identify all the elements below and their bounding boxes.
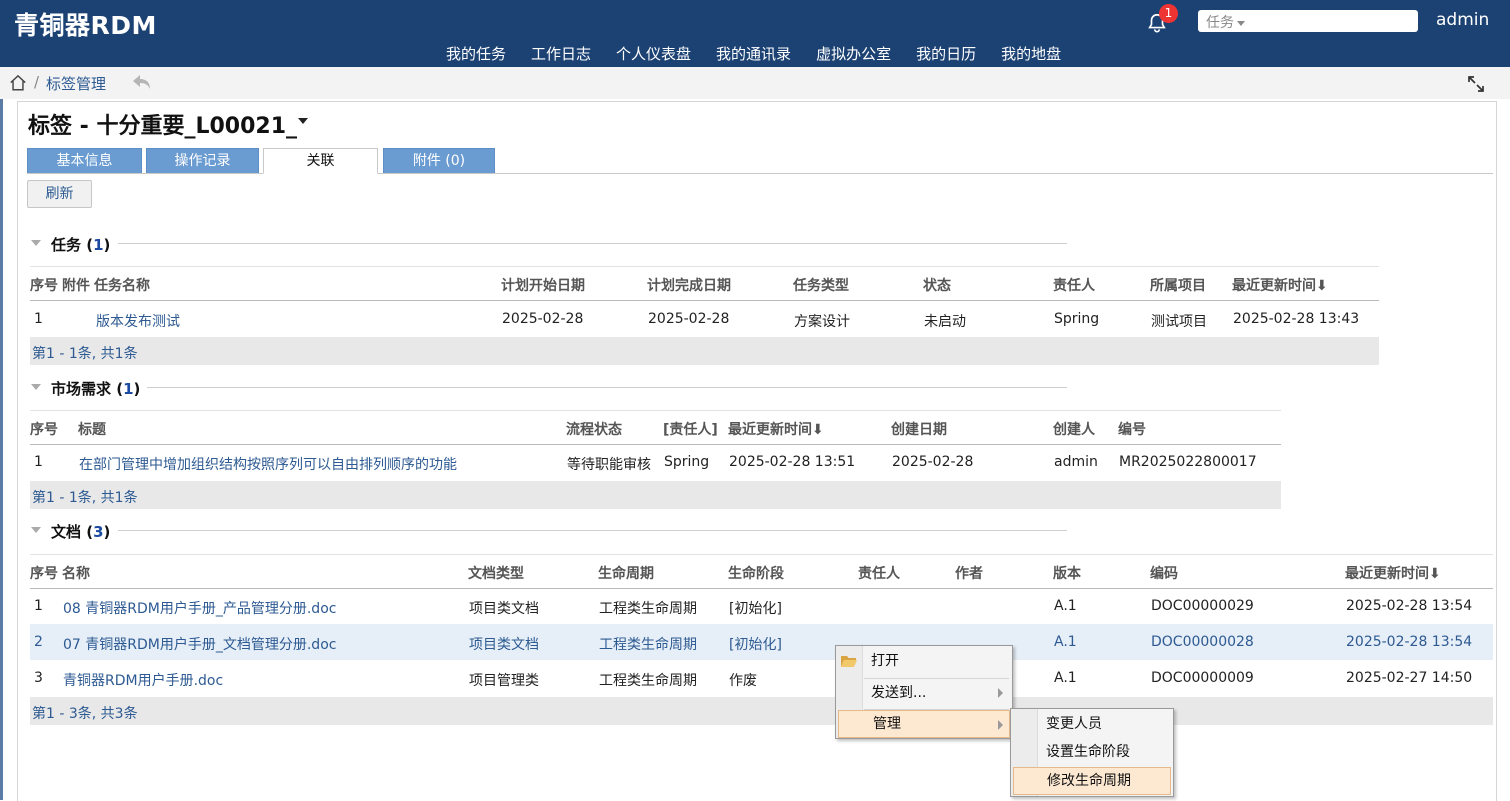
nav-virtual-office[interactable]: 虚拟办公室 [816,43,891,64]
nav-dashboard[interactable]: 个人仪表盘 [616,43,691,64]
table-row[interactable]: 1 08 青铜器RDM用户手册_产品管理分册.doc 项目类文档 工程类生命周期… [30,588,1493,624]
refresh-button[interactable]: 刷新 [27,180,92,208]
menu-item-modify-lifecycle[interactable]: 修改生命周期 [1013,767,1171,795]
notification-badge: 1 [1159,4,1178,23]
window-edge [0,99,3,800]
requirements-pager: 第1 - 1条, 共1条 [30,481,1281,509]
breadcrumb-separator: / [34,73,40,91]
col-updated[interactable]: 最近更新时间⬇ [1345,563,1441,583]
col-task-type[interactable]: 任务类型 [793,275,849,295]
table-row-selected[interactable]: 2 07 青铜器RDM用户手册_文档管理分册.doc 项目类文档 工程类生命周期… [30,624,1493,660]
menu-item-change-people[interactable]: 变更人员 [1038,710,1171,738]
tab-attachments[interactable]: 附件 (0) [383,148,495,174]
col-updated[interactable]: 最近更新时间⬇ [728,419,824,439]
tab-basic-info[interactable]: 基本信息 [27,148,142,174]
document-link[interactable]: 07 青铜器RDM用户手册_文档管理分册.doc [63,634,336,654]
nav-contacts[interactable]: 我的通讯录 [716,43,791,64]
brand-logo[interactable]: 青铜器RDM [14,6,157,42]
search-input[interactable]: 任务 [1198,10,1418,32]
section-divider [147,387,1067,388]
col-code[interactable]: 编号 [1118,419,1146,439]
context-submenu: 变更人员 设置生命阶段 修改生命周期 [1010,708,1174,797]
col-no: 序号 [30,278,58,294]
document-link[interactable]: 08 青铜器RDM用户手册_产品管理分册.doc [63,598,336,618]
chevron-right-icon [998,720,1003,730]
col-status[interactable]: 状态 [923,275,951,295]
col-project[interactable]: 所属项目 [1150,275,1206,295]
collapse-requirements-icon[interactable] [31,384,41,390]
col-code[interactable]: 编码 [1150,563,1178,583]
requirements-table-header: 序号 标题 流程状态 [责任人] 最近更新时间⬇ 创建日期 创建人 编号 [30,410,1281,445]
chevron-right-icon [998,688,1003,698]
folder-open-icon [841,656,857,667]
menu-item-open[interactable]: 打开 [863,647,1009,675]
col-doc-type[interactable]: 文档类型 [468,563,524,583]
section-title-documents[interactable]: 文档 (3) [51,521,110,542]
documents-pager: 第1 - 3条, 共3条 [30,697,1493,725]
tasks-pager: 第1 - 1条, 共1条 [30,337,1379,365]
table-row[interactable]: 1 在部门管理中增加组织结构按照序列可以自由排列顺序的功能 等待职能审核 Spr… [30,444,1281,480]
col-no: 序号 [30,422,58,438]
section-divider [118,530,1067,531]
collapse-tasks-icon[interactable] [31,240,41,246]
expand-icon[interactable] [1466,74,1486,94]
breadcrumb-current[interactable]: 标签管理 [46,73,106,94]
menu-item-manage[interactable]: 管理 [838,710,1010,738]
col-title[interactable]: 标题 [78,419,106,439]
top-bar: 青铜器RDM 1 任务 admin 我的任务 工作日志 个人仪表盘 我的通讯录 … [0,0,1510,67]
nav-my-tasks[interactable]: 我的任务 [446,43,506,64]
home-icon[interactable] [9,74,27,92]
col-plan-start[interactable]: 计划开始日期 [501,275,585,295]
col-author[interactable]: 作者 [955,563,983,583]
nav-my-space[interactable]: 我的地盘 [1001,43,1061,64]
col-updated[interactable]: 最近更新时间⬇ [1232,275,1328,295]
documents-table-header: 序号 名称 文档类型 生命周期 生命阶段 责任人 作者 版本 编码 最近更新时间… [30,554,1493,589]
pager-text: 第1 - 1条, 共1条 [32,346,138,362]
pager-text: 第1 - 3条, 共3条 [32,706,138,722]
table-row[interactable]: 3 青铜器RDM用户手册.doc 项目管理类 工程类生命周期 作废 A.1 DO… [30,660,1493,696]
col-creator[interactable]: 创建人 [1053,419,1095,439]
col-owner[interactable]: 责任人 [858,563,900,583]
col-owner[interactable]: [责任人] [663,419,718,439]
col-created[interactable]: 创建日期 [891,419,947,439]
col-attachment: 附件 [62,278,90,294]
tasks-table-header: 序号 附件 任务名称 计划开始日期 计划完成日期 任务类型 状态 责任人 所属项… [30,266,1379,301]
menu-item-send-to[interactable]: 发送到... [863,679,1009,707]
col-no: 序号 [30,566,58,582]
col-version[interactable]: 版本 [1053,563,1081,583]
col-stage[interactable]: 生命阶段 [728,563,784,583]
task-link[interactable]: 版本发布测试 [96,311,180,331]
col-owner[interactable]: 责任人 [1053,275,1095,295]
tab-divider [27,173,1493,174]
main-nav: 我的任务 工作日志 个人仪表盘 我的通讯录 虚拟办公室 我的日历 我的地盘 [446,43,1086,64]
chevron-down-icon [1237,20,1245,26]
col-task-name[interactable]: 任务名称 [94,275,150,295]
col-flow-status[interactable]: 流程状态 [566,419,622,439]
nav-calendar[interactable]: 我的日历 [916,43,976,64]
back-icon[interactable] [132,73,152,91]
tab-operation-log[interactable]: 操作记录 [146,148,259,174]
section-title-requirements[interactable]: 市场需求 (1) [51,378,140,399]
tab-relations[interactable]: 关联 [263,148,378,174]
page-title: 标签 - 十分重要_L00021_ [28,114,298,139]
requirement-link[interactable]: 在部门管理中增加组织结构按照序列可以自由排列顺序的功能 [79,454,457,474]
col-lifecycle[interactable]: 生命周期 [598,563,654,583]
search-type-select[interactable]: 任务 [1206,12,1245,32]
context-menu: 打开 发送到... 管理 [835,645,1013,739]
table-row[interactable]: 1 版本发布测试 2025-02-28 2025-02-28 方案设计 未启动 … [30,301,1379,337]
nav-work-log[interactable]: 工作日志 [531,43,591,64]
section-title-tasks[interactable]: 任务 (1) [51,234,110,255]
col-plan-end[interactable]: 计划完成日期 [647,275,731,295]
menu-item-set-stage[interactable]: 设置生命阶段 [1038,738,1171,766]
col-name[interactable]: 名称 [62,563,90,583]
title-dropdown-icon[interactable] [298,118,308,124]
section-divider [118,243,1067,244]
user-menu[interactable]: admin [1436,10,1489,30]
collapse-documents-icon[interactable] [31,527,41,533]
document-link[interactable]: 青铜器RDM用户手册.doc [63,670,223,690]
breadcrumb [0,67,1510,99]
pager-text: 第1 - 1条, 共1条 [32,490,138,506]
